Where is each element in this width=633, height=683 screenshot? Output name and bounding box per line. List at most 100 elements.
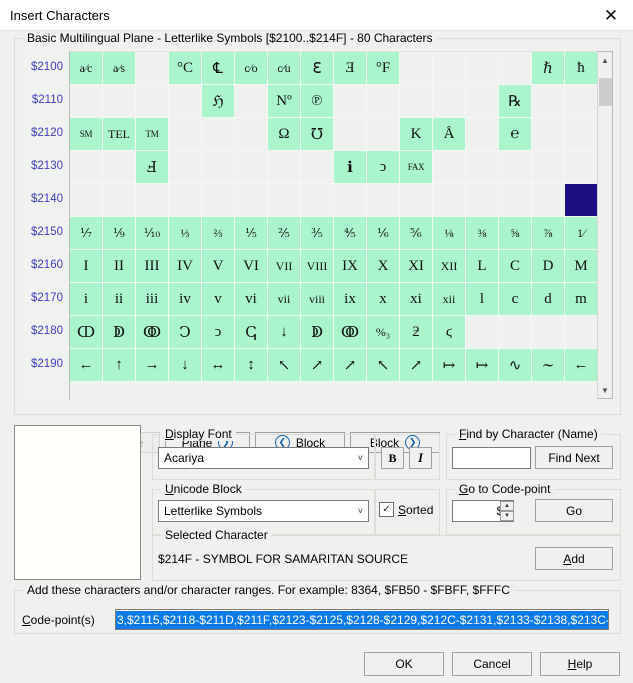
character-cell[interactable]: ↀ xyxy=(70,316,103,349)
character-cell[interactable]: °F xyxy=(367,52,400,85)
character-cell[interactable]: xi xyxy=(400,283,433,316)
character-cell[interactable]: C xyxy=(499,250,532,283)
character-cell[interactable] xyxy=(169,184,202,217)
find-next-button[interactable]: Find Next xyxy=(535,446,613,469)
character-cell[interactable]: ⅔ xyxy=(202,217,235,250)
character-cell[interactable]: ↗ xyxy=(301,349,334,382)
character-cell[interactable]: ↅ xyxy=(235,316,268,349)
character-cell[interactable]: ∿ xyxy=(499,349,532,382)
character-cell[interactable]: ℏ xyxy=(532,52,565,85)
character-cell[interactable]: Å xyxy=(433,118,466,151)
ok-button[interactable]: OK xyxy=(364,652,444,676)
spinner-down-icon[interactable]: ▼ xyxy=(500,511,514,521)
character-cell[interactable] xyxy=(433,85,466,118)
display-font-select[interactable]: Acariya ˅ xyxy=(158,447,369,469)
character-cell[interactable] xyxy=(367,118,400,151)
codepoints-input[interactable]: 3,$2115,$2118-$211D,$211F,$2123-$2125,$2… xyxy=(115,609,609,630)
character-cell[interactable]: viii xyxy=(301,283,334,316)
character-cell[interactable] xyxy=(70,85,103,118)
codepoint-stepper[interactable]: ▲ ▼ xyxy=(500,501,514,521)
find-input[interactable] xyxy=(452,447,531,469)
character-cell[interactable]: ⅑ xyxy=(103,217,136,250)
character-cell[interactable]: ← xyxy=(70,349,103,382)
character-cell[interactable] xyxy=(70,184,103,217)
character-cell[interactable]: ⅚ xyxy=(400,217,433,250)
cancel-button[interactable]: Cancel xyxy=(452,652,532,676)
character-cell[interactable]: ⅞ xyxy=(532,217,565,250)
character-cell[interactable] xyxy=(565,118,598,151)
character-cell[interactable]: ⅕ xyxy=(235,217,268,250)
character-cell[interactable]: ⅝ xyxy=(499,217,532,250)
character-cell[interactable]: I xyxy=(70,250,103,283)
character-cell[interactable]: ϛ xyxy=(433,316,466,349)
character-cell[interactable]: i xyxy=(70,283,103,316)
grid-scrollbar[interactable]: ▲ ▼ xyxy=(597,51,613,399)
character-cell[interactable] xyxy=(466,52,499,85)
character-cell[interactable] xyxy=(367,184,400,217)
character-cell[interactable] xyxy=(136,52,169,85)
character-cell[interactable]: ⅐ xyxy=(70,217,103,250)
character-cell[interactable]: ћ xyxy=(565,52,598,85)
character-cell[interactable]: ∼ xyxy=(532,349,565,382)
character-cell[interactable] xyxy=(532,151,565,184)
character-cell[interactable]: ↁ xyxy=(301,316,334,349)
character-cell[interactable]: ↂ xyxy=(334,316,367,349)
character-cell[interactable]: ƻ xyxy=(400,316,433,349)
character-cell[interactable]: ↔ xyxy=(202,349,235,382)
character-cell[interactable]: X xyxy=(367,250,400,283)
character-cell[interactable] xyxy=(367,85,400,118)
character-cell[interactable] xyxy=(268,184,301,217)
character-cell[interactable]: ↦ xyxy=(433,349,466,382)
character-grid[interactable]: $2100 $2110 $2120 $2130 $2140 $2150 $2160 $2170… xyxy=(21,51,613,401)
character-cell[interactable]: ii xyxy=(103,283,136,316)
character-cell[interactable]: vii xyxy=(268,283,301,316)
character-cell[interactable] xyxy=(499,184,532,217)
character-cell[interactable]: FAX xyxy=(400,151,433,184)
sorted-checkbox[interactable]: ✓ Sorted xyxy=(379,502,433,517)
character-cell[interactable] xyxy=(301,151,334,184)
character-cell[interactable] xyxy=(532,316,565,349)
character-cell[interactable] xyxy=(169,151,202,184)
character-cell[interactable] xyxy=(433,184,466,217)
go-button[interactable]: Go xyxy=(535,499,613,522)
character-cell[interactable]: ℧ xyxy=(301,118,334,151)
character-cell[interactable]: ↂ xyxy=(136,316,169,349)
scrollbar-thumb[interactable] xyxy=(599,78,612,106)
italic-button[interactable]: I xyxy=(409,447,432,469)
character-cell[interactable]: Nº xyxy=(268,85,301,118)
character-cell[interactable]: SM xyxy=(70,118,103,151)
character-cell[interactable] xyxy=(499,316,532,349)
character-cell[interactable] xyxy=(70,151,103,184)
character-cell[interactable]: ⅛ xyxy=(433,217,466,250)
character-cell[interactable]: TM xyxy=(136,118,169,151)
character-cell[interactable] xyxy=(136,85,169,118)
character-cell[interactable]: ℗ xyxy=(301,85,334,118)
character-cell[interactable] xyxy=(466,85,499,118)
character-cell[interactable]: ℮ xyxy=(499,118,532,151)
close-icon[interactable]: ✕ xyxy=(589,0,633,30)
character-cell[interactable]: K xyxy=(400,118,433,151)
character-cell[interactable] xyxy=(466,316,499,349)
character-cell[interactable]: iv xyxy=(169,283,202,316)
character-cell[interactable] xyxy=(202,151,235,184)
character-cell[interactable] xyxy=(334,85,367,118)
character-cell[interactable] xyxy=(400,85,433,118)
character-cell[interactable]: TΕL xyxy=(103,118,136,151)
character-cell[interactable]: V xyxy=(202,250,235,283)
character-cell[interactable]: ↄ xyxy=(367,151,400,184)
chevron-up-icon[interactable]: ▲ xyxy=(598,52,612,68)
character-cell[interactable] xyxy=(202,118,235,151)
character-cell[interactable]: ℞ xyxy=(499,85,532,118)
character-cell[interactable]: °C xyxy=(169,52,202,85)
character-cell[interactable] xyxy=(499,52,532,85)
character-cell[interactable]: l xyxy=(466,283,499,316)
character-cell[interactable]: x xyxy=(367,283,400,316)
character-cell[interactable] xyxy=(268,151,301,184)
character-cell[interactable]: c xyxy=(499,283,532,316)
character-cell[interactable]: Ↄ xyxy=(169,316,202,349)
character-cell[interactable]: ↄ xyxy=(202,316,235,349)
character-cell[interactable]: II xyxy=(103,250,136,283)
character-cell[interactable] xyxy=(466,184,499,217)
character-cell[interactable] xyxy=(334,184,367,217)
character-cell[interactable]: XII xyxy=(433,250,466,283)
